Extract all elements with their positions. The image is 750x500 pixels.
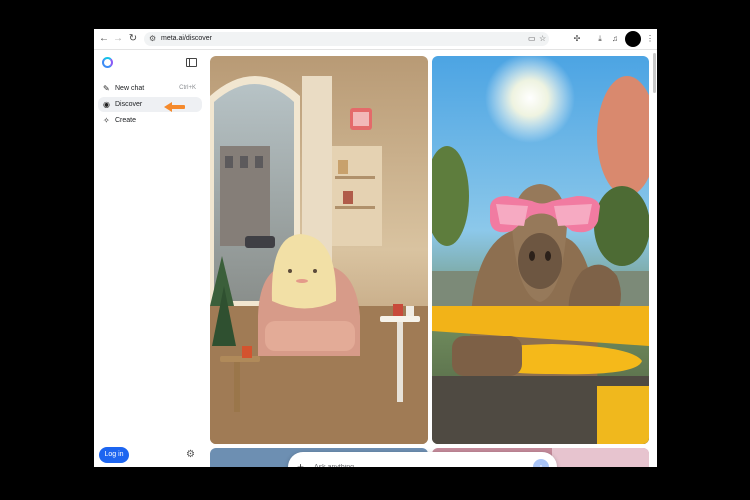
- sidebar-item-label: Create: [115, 117, 137, 124]
- annotation-arrow: [164, 102, 185, 112]
- shortcut-hint: Ctrl+K: [179, 85, 196, 91]
- sidebar-toggle-icon[interactable]: [186, 58, 197, 67]
- browser-window: ← → ↻ ⚙ meta.ai/discover ▭ ☆ ✣ ⤓ ♫ ⋮ ✎ N…: [94, 29, 657, 467]
- image-card[interactable]: [432, 56, 649, 444]
- profile-icon[interactable]: [625, 31, 641, 47]
- send-button[interactable]: ↑: [533, 459, 549, 467]
- cast-icon[interactable]: ▭: [528, 32, 536, 46]
- arrow-up-icon: ↑: [538, 462, 544, 467]
- meta-ai-logo[interactable]: [102, 57, 113, 68]
- site-settings-icon[interactable]: ⚙: [149, 32, 156, 46]
- media-icon[interactable]: ♫: [609, 32, 621, 46]
- back-button[interactable]: ←: [97, 32, 111, 46]
- compass-icon: ◉: [103, 100, 110, 109]
- url-text: meta.ai/discover: [161, 35, 212, 42]
- browser-toolbar: ← → ↻ ⚙ meta.ai/discover ▭ ☆ ✣ ⤓ ♫ ⋮: [94, 29, 657, 50]
- download-icon[interactable]: ⤓: [594, 32, 606, 46]
- gear-icon[interactable]: ⚙: [186, 449, 195, 461]
- reload-button[interactable]: ↻: [126, 32, 140, 46]
- forward-button[interactable]: →: [111, 32, 125, 46]
- sidebar-item-create[interactable]: ✧ Create: [98, 113, 202, 128]
- chat-composer: + ↑: [288, 452, 557, 467]
- sidebar-item-discover[interactable]: ◉ Discover: [98, 97, 202, 112]
- address-bar[interactable]: ⚙ meta.ai/discover ▭ ☆: [144, 32, 549, 46]
- sidebar-item-new-chat[interactable]: ✎ New chat Ctrl+K: [98, 81, 202, 96]
- sidebar: ✎ New chat Ctrl+K ◉ Discover ✧ Create Lo…: [94, 50, 210, 467]
- star-icon[interactable]: ☆: [539, 32, 546, 46]
- ask-input[interactable]: [314, 460, 514, 467]
- card-image: [432, 56, 649, 444]
- sparkle-brush-icon: ✧: [103, 116, 110, 125]
- plus-icon[interactable]: +: [297, 452, 304, 467]
- menu-icon[interactable]: ⋮: [644, 32, 656, 46]
- compose-icon: ✎: [103, 84, 110, 93]
- card-image: [210, 56, 428, 444]
- scrollbar[interactable]: [653, 53, 656, 93]
- discover-feed: + ↑: [210, 50, 653, 467]
- extensions-icon[interactable]: ✣: [571, 32, 583, 46]
- image-card[interactable]: [210, 56, 428, 444]
- login-button[interactable]: Log in: [99, 447, 129, 463]
- sidebar-item-label: Discover: [115, 101, 143, 108]
- sidebar-item-label: New chat: [115, 85, 145, 92]
